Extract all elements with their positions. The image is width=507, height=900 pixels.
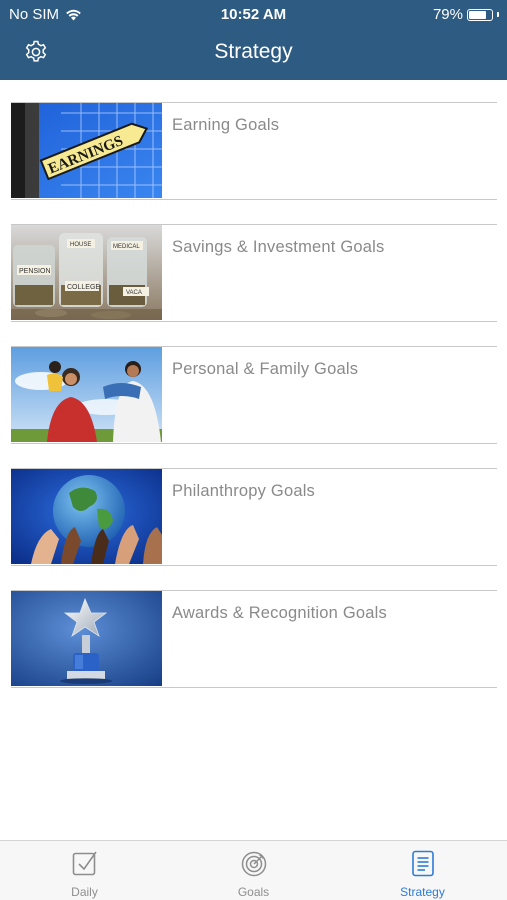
- tab-strategy-label: Strategy: [400, 885, 445, 899]
- tab-goals-label: Goals: [237, 885, 270, 899]
- battery-tip: [497, 12, 499, 17]
- house-label: HOUSE: [70, 242, 91, 248]
- goal-row-personal[interactable]: Personal & Family Goals: [11, 346, 497, 444]
- earnings-sign-image: EARNINGS: [11, 103, 162, 198]
- battery-percent: 79%: [432, 6, 463, 23]
- medical-label: MEDICAL: [113, 244, 140, 250]
- tab-daily-label: Daily: [71, 885, 98, 899]
- status-time: 10:52 AM: [220, 6, 287, 23]
- goal-label-savings: Savings & Investment Goals: [172, 238, 385, 256]
- battery-fill: [469, 10, 486, 19]
- goal-row-earning[interactable]: EARNINGS Earning Goals: [11, 102, 497, 200]
- goal-row-philanthropy[interactable]: Philanthropy Goals: [11, 468, 497, 566]
- tab-strategy[interactable]: Strategy: [338, 841, 507, 900]
- tab-goals[interactable]: Goals: [169, 841, 338, 900]
- target-icon: [241, 851, 267, 877]
- battery-icon: [467, 8, 493, 21]
- page-title: Strategy: [214, 40, 293, 63]
- pension-label: PENSION: [19, 268, 51, 275]
- college-label: COLLEGE: [67, 284, 100, 291]
- status-right: 79%: [433, 6, 499, 23]
- checkbox-icon: [72, 851, 97, 876]
- tab-daily[interactable]: Daily: [0, 841, 169, 900]
- family-photo-image: [11, 347, 162, 442]
- goal-label-awards: Awards & Recognition Goals: [172, 604, 387, 622]
- hands-globe-image: [11, 469, 162, 564]
- goal-label-philanthropy: Philanthropy Goals: [172, 482, 316, 500]
- star-trophy-image: [11, 591, 162, 686]
- goal-label-personal: Personal & Family Goals: [172, 360, 359, 378]
- navigation-header: No SIM 10:52 AM 79% Strategy: [0, 0, 507, 80]
- document-icon: [412, 850, 434, 877]
- goal-row-awards[interactable]: Awards & Recognition Goals: [11, 590, 497, 688]
- vaca-label: VACA: [126, 290, 142, 296]
- status-bar: No SIM 10:52 AM 79%: [0, 0, 507, 28]
- tab-bar: Daily Goals Strategy: [0, 840, 507, 900]
- goal-label-earning: Earning Goals: [172, 116, 280, 134]
- goal-row-savings[interactable]: PENSION COLLEGE HOUSE MEDICAL VACA Savin…: [11, 224, 497, 322]
- savings-jars-image: PENSION COLLEGE HOUSE MEDICAL VACA: [11, 225, 162, 320]
